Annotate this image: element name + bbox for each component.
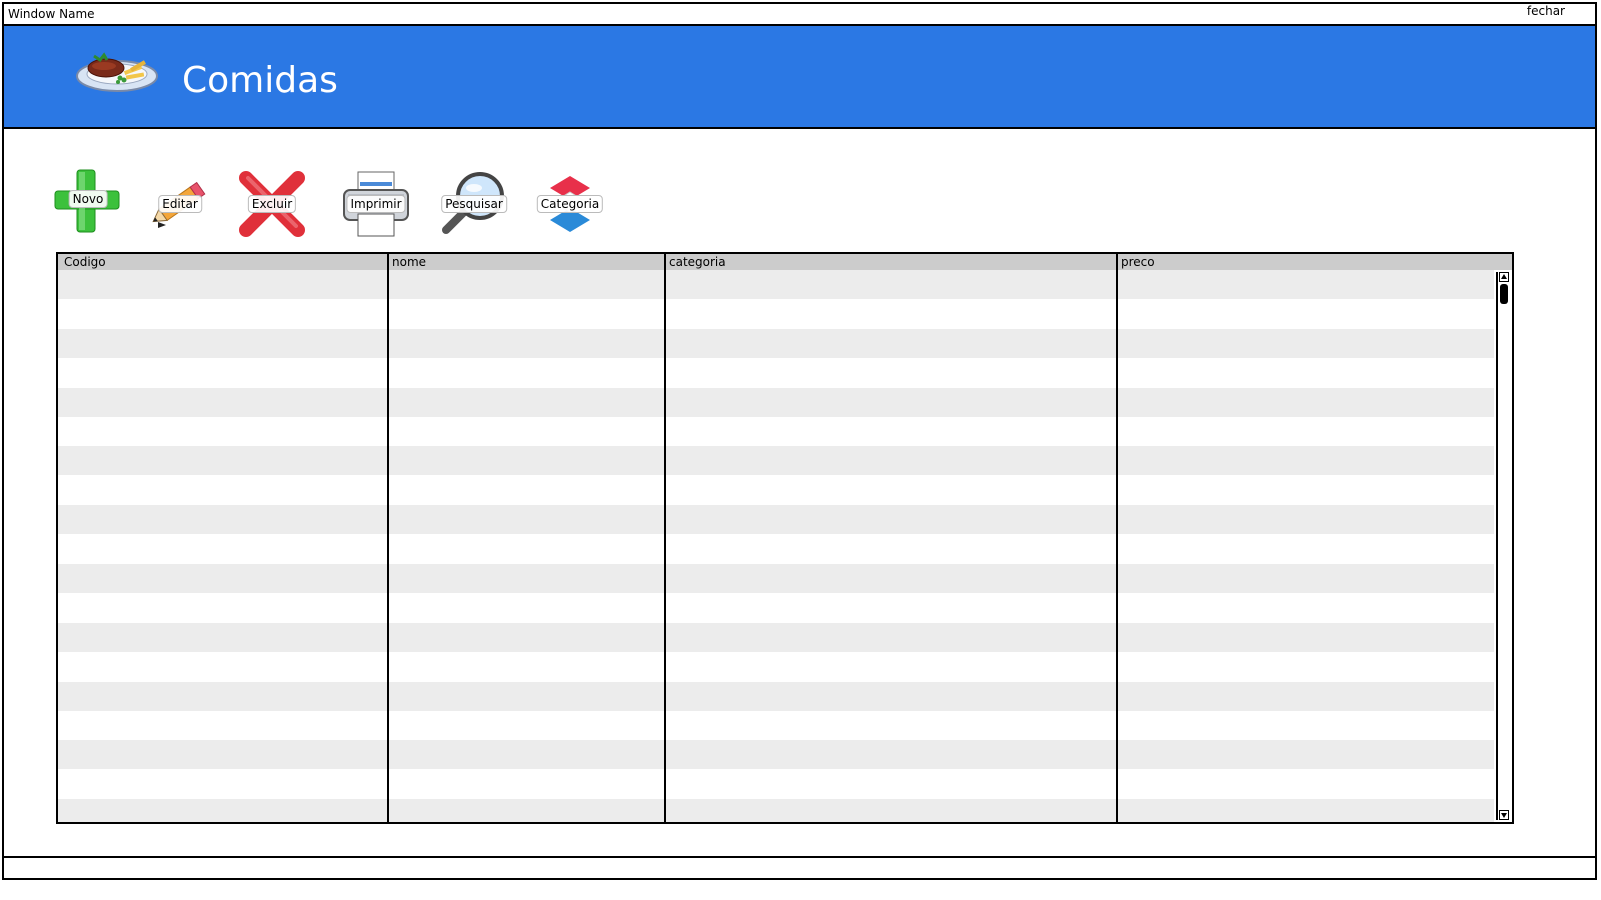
category-button-label: Categoria — [536, 195, 604, 213]
table-row[interactable] — [58, 270, 1494, 299]
scroll-thumb[interactable] — [1500, 284, 1508, 304]
page-title: Comidas — [182, 60, 338, 101]
app-window: Window Name fechar Comidas Novo Editar E… — [2, 2, 1597, 880]
title-bar: Window Name fechar — [4, 4, 1595, 26]
column-header-categoria[interactable]: categoria — [665, 254, 726, 270]
new-button[interactable]: Novo — [52, 166, 124, 238]
table-row[interactable] — [58, 799, 1494, 822]
search-button[interactable]: Pesquisar — [438, 168, 510, 240]
table-row[interactable] — [58, 446, 1494, 476]
column-divider — [387, 254, 389, 822]
delete-button-label: Excluir — [247, 195, 297, 213]
table-row[interactable] — [58, 711, 1494, 740]
edit-button-label: Editar — [158, 195, 202, 213]
table-row[interactable] — [58, 505, 1494, 535]
table-row[interactable] — [58, 770, 1494, 799]
column-divider — [1116, 254, 1118, 822]
table-header: Codigo nome categoria preco — [58, 254, 1512, 270]
table-row[interactable] — [58, 358, 1494, 387]
column-header-nome[interactable]: nome — [388, 254, 426, 270]
column-divider — [664, 254, 666, 822]
table-row[interactable] — [58, 387, 1494, 417]
new-button-label: Novo — [68, 190, 108, 208]
table-scrollbar[interactable] — [1496, 272, 1510, 820]
window-title: Window Name — [8, 7, 95, 21]
print-button[interactable]: Imprimir — [340, 168, 412, 240]
table-row[interactable] — [58, 535, 1494, 564]
status-bar — [4, 856, 1595, 878]
scroll-up-arrow-icon[interactable] — [1499, 272, 1509, 282]
delete-button[interactable]: Excluir — [236, 168, 308, 240]
search-button-label: Pesquisar — [441, 195, 507, 213]
scroll-down-arrow-icon[interactable] — [1499, 810, 1509, 820]
table-row[interactable] — [58, 593, 1494, 622]
print-button-label: Imprimir — [346, 195, 406, 213]
category-button[interactable]: Categoria — [534, 168, 606, 240]
table-row[interactable] — [58, 622, 1494, 652]
table-row[interactable] — [58, 299, 1494, 328]
close-button[interactable]: fechar — [1527, 4, 1565, 18]
plate-food-icon — [74, 46, 160, 96]
table-row[interactable] — [58, 564, 1494, 593]
table-body — [58, 270, 1494, 822]
foods-table[interactable]: Codigo nome categoria preco — [56, 252, 1514, 824]
page-header: Comidas — [4, 26, 1595, 129]
table-row[interactable] — [58, 652, 1494, 681]
column-header-codigo[interactable]: Codigo — [60, 254, 106, 270]
table-row[interactable] — [58, 328, 1494, 358]
table-row[interactable] — [58, 476, 1494, 505]
edit-button[interactable]: Editar — [144, 168, 216, 240]
column-header-preco[interactable]: preco — [1117, 254, 1155, 270]
table-row[interactable] — [58, 740, 1494, 770]
table-row[interactable] — [58, 681, 1494, 711]
table-row[interactable] — [58, 417, 1494, 446]
